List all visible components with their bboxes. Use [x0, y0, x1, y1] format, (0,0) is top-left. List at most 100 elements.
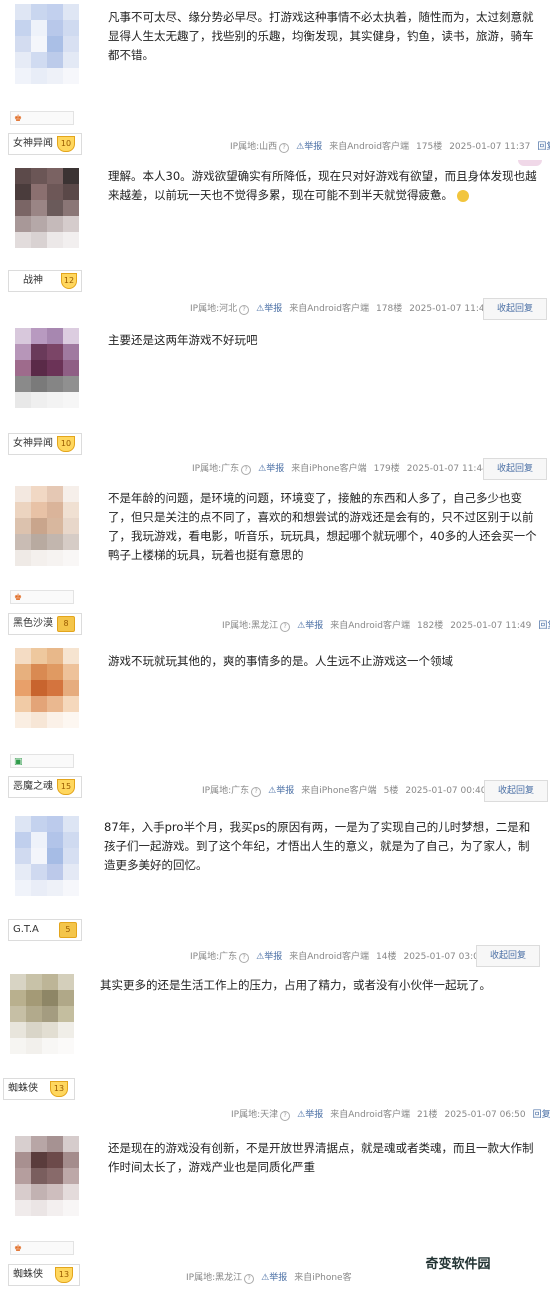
floor-number: 178楼 — [376, 304, 403, 314]
username-badge[interactable]: 战神 12 — [8, 270, 82, 292]
red-crown-icon: ♚ — [14, 114, 23, 124]
username[interactable]: 恶魔之魂 — [13, 777, 53, 797]
post-3: 女神异闻 10 主要还是这两年游戏不好玩吧 IP属地:广东? ⚠举报 来自iPh… — [0, 318, 550, 480]
post-content: 还是现在的游戏没有创新，不是开放世界清据点，就是魂或者类魂，而且一款大作制作时间… — [108, 1141, 534, 1174]
post-6: G.T.A 5 87年，入手pro半个月，我买ps的原因有两，一是为了实现自己的… — [0, 802, 550, 968]
avatar[interactable] — [15, 816, 79, 896]
username[interactable]: 女神异闻 — [13, 134, 53, 154]
avatar[interactable] — [10, 974, 74, 1054]
client-source: 来自iPhone客户端 — [301, 786, 377, 796]
floor-number: 5楼 — [383, 786, 399, 796]
level-badge-icon: 13 — [50, 1081, 68, 1097]
post-content: 不是年龄的问题，是环境的问题，环境变了，接触的东西和人多了，自己多少也变了，但只… — [108, 491, 537, 562]
help-icon: ? — [239, 953, 250, 963]
site-watermark: 奇变软件园 — [425, 1256, 491, 1272]
help-icon: ? — [241, 465, 252, 475]
avatar[interactable] — [15, 328, 79, 408]
username-badge[interactable]: 黑色沙漠 8 — [8, 613, 82, 635]
report-link[interactable]: ⚠举报 — [297, 1105, 323, 1125]
green-badge-icon: ▣ — [14, 757, 23, 767]
post-meta: IP属地:黑龙江? ⚠举报 来自iPhone客 — [186, 1268, 352, 1288]
avatar[interactable] — [15, 486, 79, 566]
rank-bar: ♚ — [10, 111, 74, 125]
collapse-reply-button[interactable]: 收起回复 — [483, 458, 547, 480]
help-icon: ? — [279, 143, 290, 153]
collapse-reply-button[interactable]: 收起回复 — [484, 780, 548, 802]
level-badge-icon: 15 — [57, 779, 75, 795]
username-badge[interactable]: 女神异闻 10 — [8, 133, 82, 155]
collapse-reply-button[interactable]: 收起回复 — [476, 945, 540, 967]
report-link[interactable]: ⚠举报 — [256, 299, 282, 319]
post-time: 2025-01-07 11:49 — [450, 621, 532, 631]
username[interactable]: G.T.A — [13, 920, 39, 940]
post-time: 2025-01-07 11:44 — [409, 304, 491, 314]
red-crown-icon: ♚ — [14, 1244, 23, 1254]
level-badge-icon: 12 — [61, 273, 77, 289]
post-meta: IP属地:广东? ⚠举报 来自Android客户端 14楼 2025-01-07… — [190, 947, 485, 967]
username-badge[interactable]: 女神异闻 10 — [8, 433, 82, 455]
username-badge[interactable]: G.T.A 5 — [8, 919, 82, 941]
username-badge[interactable]: 蜘蛛侠 13 — [3, 1078, 75, 1100]
client-source: 来自iPhone客户端 — [291, 464, 367, 474]
post-5: ▣ 恶魔之魂 15 游戏不玩就玩其他的，爽的事情多的是。人生远不止游戏这一个领域… — [0, 640, 550, 802]
rank-bar: ♚ — [10, 1241, 74, 1255]
avatar[interactable] — [15, 168, 79, 248]
post-2: 战神 12 理解。本人30。游戏欲望确实有所降低，现在只对好游戏有欲望，而且身体… — [0, 160, 550, 320]
username[interactable]: 蜘蛛侠 — [8, 1079, 38, 1099]
floor-number: 182楼 — [417, 621, 444, 631]
report-link[interactable]: ⚠举报 — [261, 1268, 287, 1288]
help-icon: ? — [244, 1274, 255, 1284]
report-link[interactable]: ⚠举报 — [297, 616, 323, 636]
post-meta: IP属地:黑龙江? ⚠举报 来自Android客户端 182楼 2025-01-… — [222, 616, 550, 636]
ip-location: IP属地:黑龙江? — [222, 616, 291, 636]
username-badge[interactable]: 蜘蛛侠 13 — [8, 1264, 80, 1286]
client-source: 来自Android客户端 — [289, 952, 370, 962]
post-time: 2025-01-07 11:37 — [449, 142, 531, 152]
client-source: 来自Android客户端 — [330, 621, 411, 631]
username-badge[interactable]: 恶魔之魂 15 — [8, 776, 82, 798]
reply-link[interactable]: 回复 — [533, 1105, 550, 1125]
level-badge-icon: 10 — [57, 136, 75, 152]
post-time: 2025-01-07 00:40 — [405, 786, 487, 796]
username[interactable]: 蜘蛛侠 — [13, 1265, 43, 1285]
report-link[interactable]: ⚠举报 — [258, 459, 284, 479]
red-crown-icon: ♚ — [14, 593, 23, 603]
level-star-icon: 5 — [58, 922, 77, 938]
username[interactable]: 战神 — [13, 271, 43, 291]
post-meta: IP属地:山西? ⚠举报 来自Android客户端 175楼 2025-01-0… — [230, 137, 550, 157]
avatar[interactable] — [15, 648, 79, 728]
level-star-icon: 8 — [57, 616, 75, 632]
post-time: 2025-01-07 03:07 — [403, 952, 485, 962]
rank-bar: ▣ — [10, 754, 74, 768]
ip-location: IP属地:黑龙江? — [186, 1268, 255, 1288]
avatar[interactable] — [15, 4, 79, 84]
reply-link[interactable]: 回复 — [538, 616, 550, 636]
report-link[interactable]: ⚠举报 — [296, 137, 322, 157]
post-content: 主要还是这两年游戏不好玩吧 — [108, 333, 258, 347]
collapse-reply-button[interactable]: 收起回复 — [483, 298, 547, 320]
reply-link[interactable]: 回复 — [537, 137, 550, 157]
help-icon: ? — [239, 305, 250, 315]
floor-number: 179楼 — [373, 464, 400, 474]
username[interactable]: 黑色沙漠 — [13, 614, 53, 634]
avatar[interactable] — [15, 1136, 79, 1216]
emoji-decoration — [518, 160, 542, 166]
report-link[interactable]: ⚠举报 — [256, 947, 282, 967]
post-content: 凡事不可太尽、缘分势必早尽。打游戏这种事情不必太执着，随性而为，太过刻意就显得人… — [108, 10, 534, 62]
ip-location: IP属地:广东? — [192, 459, 252, 479]
post-meta: IP属地:广东? ⚠举报 来自iPhone客户端 179楼 2025-01-07… — [192, 459, 488, 479]
post-1: ♚ 女神异闻 10 凡事不可太尽、缘分势必早尽。打游戏这种事情不必太执着，随性而… — [0, 0, 550, 160]
post-content: 理解。本人30。游戏欲望确实有所降低，现在只对好游戏有欲望，而且身体发现也越来越… — [108, 169, 537, 202]
report-link[interactable]: ⚠举报 — [268, 781, 294, 801]
rank-bar: ♚ — [10, 590, 74, 604]
level-badge-icon: 13 — [55, 1267, 73, 1283]
client-source: 来自Android客户端 — [329, 142, 410, 152]
smile-emoji-icon — [456, 189, 469, 202]
post-content: 其实更多的还是生活工作上的压力，占用了精力，或者没有小伙伴一起玩了。 — [100, 978, 491, 992]
client-source: 来自iPhone客 — [294, 1273, 352, 1283]
ip-location: IP属地:广东? — [190, 947, 250, 967]
help-icon: ? — [280, 622, 291, 632]
help-icon: ? — [280, 1111, 291, 1121]
client-source: 来自Android客户端 — [289, 304, 370, 314]
username[interactable]: 女神异闻 — [13, 434, 53, 454]
